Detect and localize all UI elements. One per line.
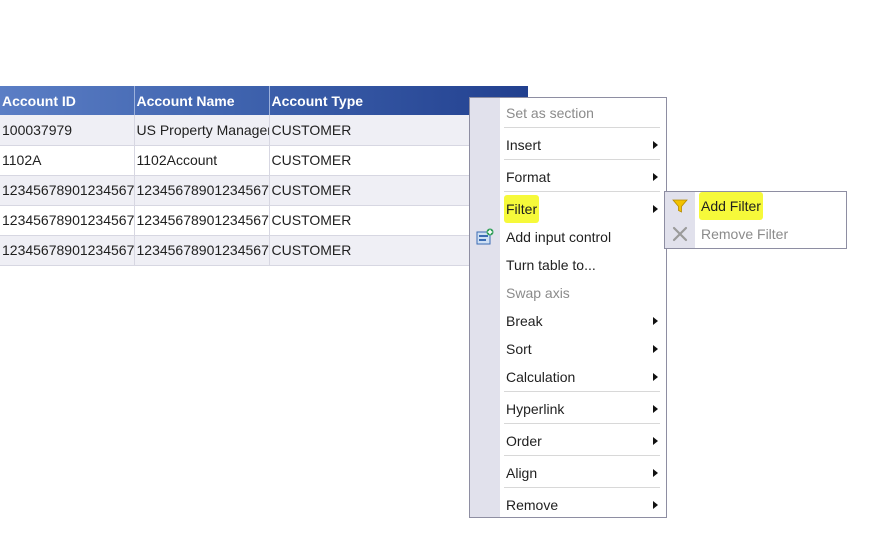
- menu-item-label: Add input control: [506, 229, 612, 245]
- report-table: Account ID Account Name Account Type 100…: [0, 86, 528, 266]
- menu-separator: [504, 391, 660, 392]
- menu-item-swap-axis[interactable]: Swap axis: [470, 279, 666, 307]
- table-cell[interactable]: 12345678901234567890: [134, 235, 270, 266]
- filter-submenu: Add Filter Remove Filter: [664, 191, 847, 249]
- table-cell[interactable]: 1102Account: [134, 145, 270, 176]
- table-cell[interactable]: 12345678901234567890: [0, 205, 135, 236]
- menu-item-label: Insert: [506, 137, 542, 153]
- table-cell[interactable]: 12345678901234567890: [0, 175, 135, 206]
- funnel-icon: [672, 199, 688, 213]
- table-row: 12345678901234567890 1234567890123456789…: [0, 235, 528, 266]
- menu-item-label: Align: [506, 465, 538, 481]
- table-row: 100037979 US Property Management CUSTOME…: [0, 115, 528, 146]
- submenu-item-remove-filter[interactable]: Remove Filter: [665, 220, 846, 248]
- menu-item-label: Swap axis: [506, 285, 570, 301]
- submenu-arrow-icon: [653, 345, 658, 353]
- menu-item-filter[interactable]: Filter: [470, 195, 666, 223]
- menu-item-label: Break: [506, 313, 543, 329]
- submenu-arrow-icon: [653, 373, 658, 381]
- menu-item-hyperlink[interactable]: Hyperlink: [470, 395, 666, 423]
- menu-item-label: Hyperlink: [506, 401, 565, 417]
- table-header-row: Account ID Account Name Account Type: [0, 86, 528, 115]
- submenu-item-label: Remove Filter: [701, 226, 789, 242]
- table-cell[interactable]: 12345678901234567890: [0, 235, 135, 266]
- menu-item-label: Sort: [506, 341, 532, 357]
- submenu-arrow-icon: [653, 437, 658, 445]
- menu-item-sort[interactable]: Sort: [470, 335, 666, 363]
- menu-separator: [504, 455, 660, 456]
- menu-item-label: Turn table to...: [506, 257, 596, 273]
- submenu-arrow-icon: [653, 469, 658, 477]
- input-control-icon: [476, 228, 494, 245]
- menu-separator: [504, 487, 660, 488]
- table-cell[interactable]: 12345678901234567890: [134, 205, 270, 236]
- table-row: 12345678901234567890 1234567890123456789…: [0, 205, 528, 236]
- submenu-arrow-icon: [653, 173, 658, 181]
- menu-item-insert[interactable]: Insert: [470, 131, 666, 159]
- menu-separator: [504, 127, 660, 128]
- submenu-arrow-icon: [653, 317, 658, 325]
- menu-item-label: Set as section: [506, 105, 594, 121]
- table-cell[interactable]: 12345678901234567890: [134, 175, 270, 206]
- menu-item-label: Calculation: [506, 369, 576, 385]
- submenu-arrow-icon: [653, 205, 658, 213]
- menu-item-label: Format: [506, 169, 551, 185]
- context-menu: Set as section Insert Format Filter Add …: [469, 97, 667, 518]
- menu-item-turn-table-to[interactable]: Turn table to...: [470, 251, 666, 279]
- menu-separator: [504, 423, 660, 424]
- submenu-arrow-icon: [653, 501, 658, 509]
- table-cell[interactable]: 1102A: [0, 145, 135, 176]
- menu-item-label: Order: [506, 433, 542, 449]
- menu-separator: [504, 191, 660, 192]
- menu-item-format[interactable]: Format: [470, 163, 666, 191]
- remove-x-icon: [672, 226, 688, 242]
- table-row: 1102A 1102Account CUSTOMER: [0, 145, 528, 176]
- submenu-arrow-icon: [653, 405, 658, 413]
- submenu-item-add-filter[interactable]: Add Filter: [665, 192, 846, 220]
- table-row: 12345678901234567890 1234567890123456789…: [0, 175, 528, 206]
- menu-item-break[interactable]: Break: [470, 307, 666, 335]
- table-cell[interactable]: 100037979: [0, 115, 135, 146]
- menu-item-label: Filter: [504, 195, 540, 223]
- column-header-account-id[interactable]: Account ID: [0, 86, 135, 115]
- menu-item-label: Remove: [506, 497, 559, 513]
- submenu-item-label: Add Filter: [699, 192, 763, 220]
- menu-item-calculation[interactable]: Calculation: [470, 363, 666, 391]
- column-header-account-name[interactable]: Account Name: [134, 86, 270, 115]
- menu-item-set-as-section[interactable]: Set as section: [470, 99, 666, 127]
- menu-item-order[interactable]: Order: [470, 427, 666, 455]
- table-cell[interactable]: US Property Management: [134, 115, 270, 146]
- submenu-arrow-icon: [653, 141, 658, 149]
- menu-item-align[interactable]: Align: [470, 459, 666, 487]
- menu-item-remove[interactable]: Remove: [470, 491, 666, 519]
- menu-item-add-input-control[interactable]: Add input control: [470, 223, 666, 251]
- menu-separator: [504, 159, 660, 160]
